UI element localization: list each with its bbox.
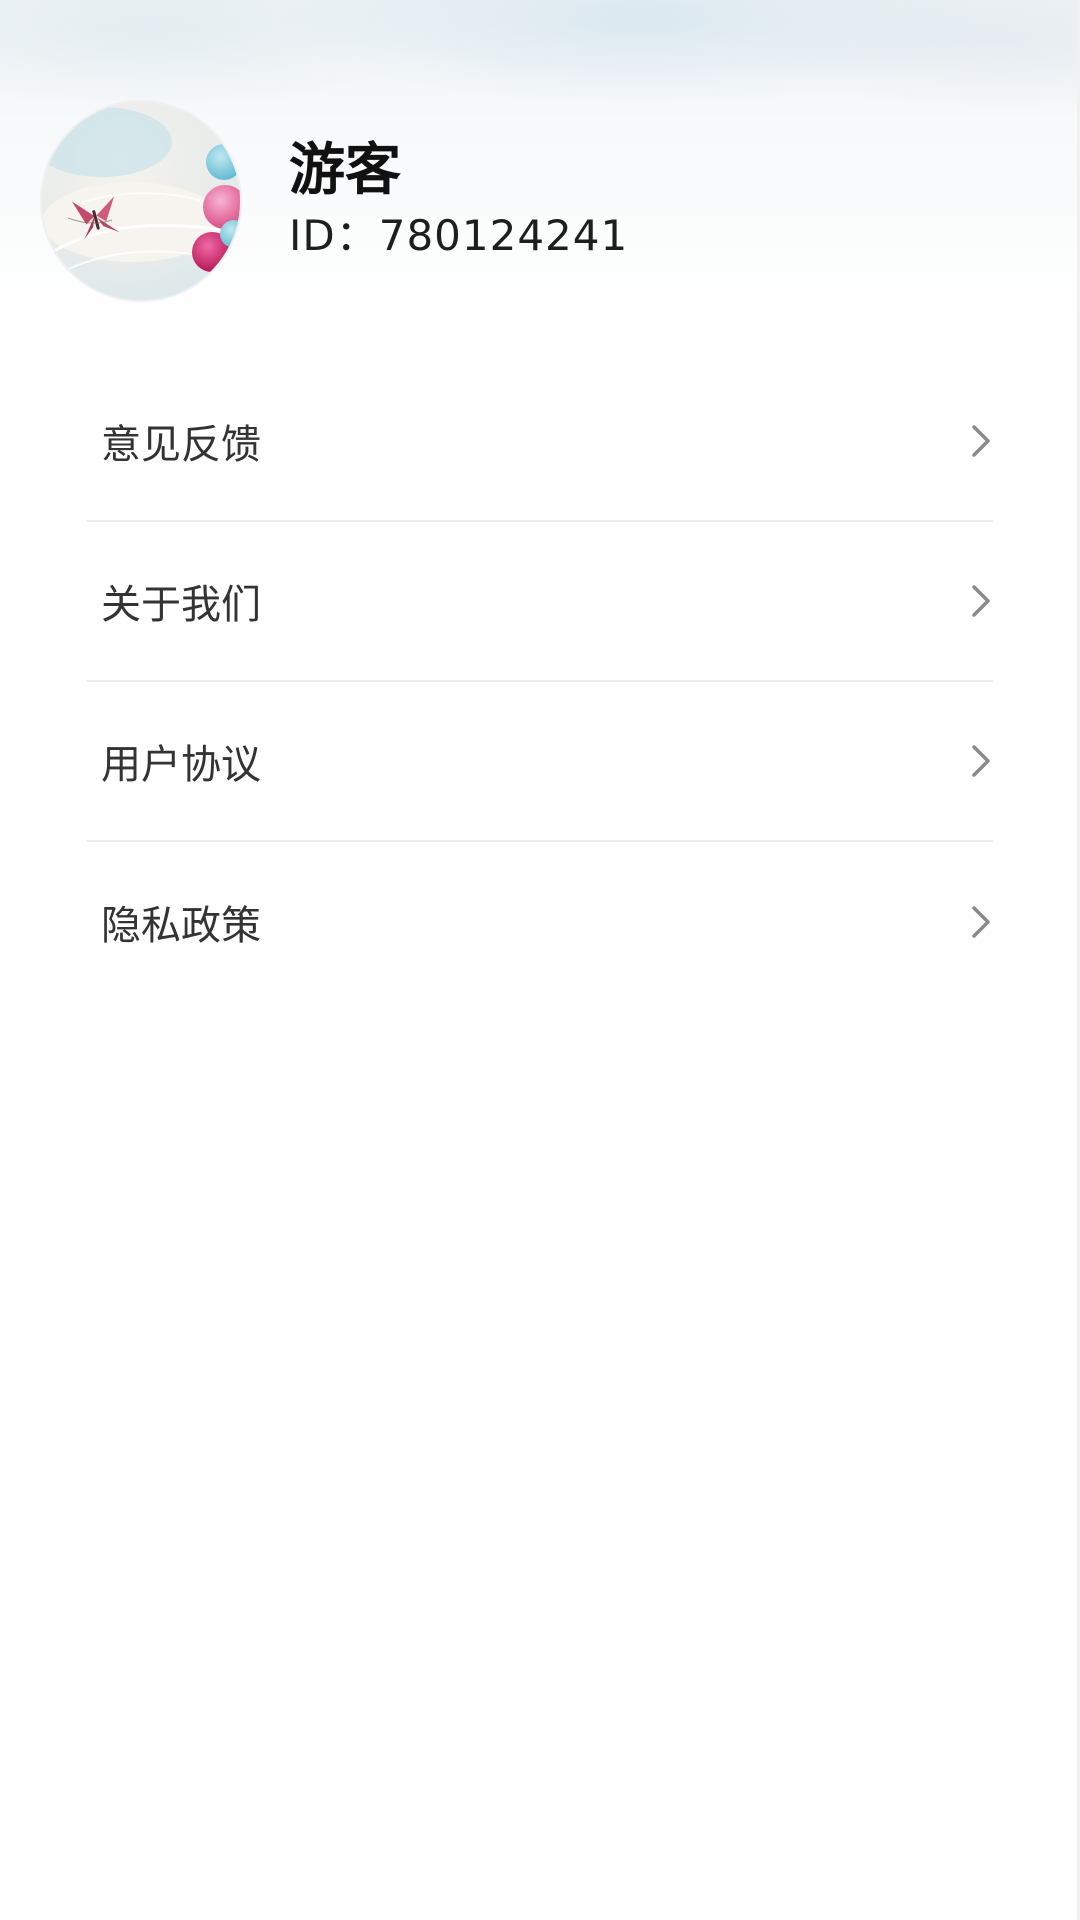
menu-item-label: 用户协议: [101, 742, 261, 788]
profile-page: 游客 ID：780124241 意见反馈 关于我们 用户协议 隐私政策: [0, 0, 1080, 1920]
chevron-right-icon: [972, 585, 990, 617]
settings-menu: 意见反馈 关于我们 用户协议 隐私政策: [86, 362, 993, 1002]
menu-item-label: 关于我们: [101, 582, 261, 628]
menu-item-label: 意见反馈: [101, 422, 261, 468]
avatar[interactable]: [42, 102, 240, 300]
chevron-right-icon: [972, 745, 990, 777]
menu-item-label: 隐私政策: [101, 903, 261, 949]
profile-header: 游客 ID：780124241: [0, 0, 1080, 320]
user-id: ID：780124241: [289, 211, 629, 260]
chevron-right-icon: [972, 425, 990, 457]
menu-item-privacy-policy[interactable]: 隐私政策: [86, 842, 993, 1002]
avatar-image: [42, 102, 240, 300]
menu-item-about-us[interactable]: 关于我们: [86, 522, 993, 682]
user-name: 游客: [289, 138, 401, 203]
menu-item-feedback[interactable]: 意见反馈: [86, 362, 993, 522]
menu-item-user-agreement[interactable]: 用户协议: [86, 682, 993, 842]
chevron-right-icon: [972, 906, 990, 938]
